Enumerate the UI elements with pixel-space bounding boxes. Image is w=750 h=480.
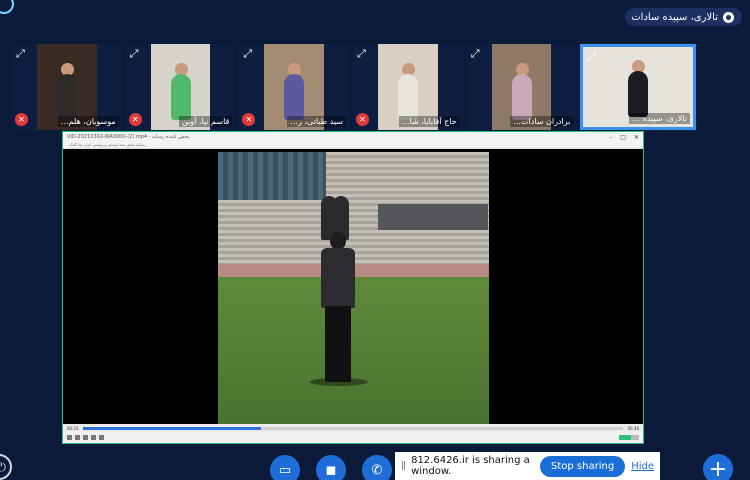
maximize-icon[interactable]: □	[620, 134, 626, 141]
participant-name: برادران سادات...	[510, 116, 574, 127]
stadium-tunnel	[378, 204, 488, 230]
expand-icon[interactable]: ⤢	[243, 47, 252, 61]
participant-name: قاسم نیا، آوین	[178, 116, 233, 127]
athlete-body	[321, 248, 355, 308]
person	[170, 74, 191, 120]
corner-badge	[0, 0, 14, 14]
participant-name: موسویان، هلم...	[57, 116, 119, 127]
participant-name: تالاری، سپیده ...	[629, 113, 691, 124]
sharing-text: 812.6426.ir is sharing a window.	[411, 455, 530, 477]
volume-slider[interactable]	[619, 435, 639, 440]
muted-mic-icon: ✕	[356, 113, 370, 126]
muted-mic-icon: ✕	[15, 113, 28, 126]
seek-track[interactable]	[82, 426, 624, 430]
participant-tile[interactable]: ⤢ ✕ حاج آقابابا، شا...	[353, 44, 463, 130]
fullscreen-icon[interactable]	[99, 435, 104, 440]
person	[628, 71, 649, 117]
seek-bar[interactable]: 00:23 00:38	[63, 424, 643, 432]
screen-icon: ▭	[278, 462, 292, 478]
expand-icon[interactable]: ⤢	[357, 47, 366, 61]
minimize-icon[interactable]: –	[609, 134, 612, 141]
participant-tile[interactable]: ⤢ برادران سادات...	[466, 44, 577, 130]
time-total: 00:38	[627, 425, 639, 431]
call-button[interactable]: ✆	[362, 455, 392, 480]
muted-mic-icon: ✕	[242, 113, 256, 126]
participant-name: سید طباتی، ر...	[287, 116, 347, 127]
presenter-chip: تالاری، سپیده سادات	[625, 8, 742, 26]
seek-progress	[82, 426, 262, 430]
time-elapsed: 00:23	[67, 425, 79, 431]
presenter-icon	[723, 11, 734, 23]
participant-strip: ⤢ ✕ موسویان، هلم... ⤢ ✕ قاسم نیا، آوین ⤢…	[12, 44, 697, 130]
add-icon[interactable]: +	[703, 454, 733, 480]
player-menubar[interactable]: رسانه پخش صدا ویدئو زیرنویس ابزار نما کم…	[63, 142, 643, 149]
participant-tile-self[interactable]: ⤢ تالاری، سپیده ...	[580, 44, 697, 130]
camera-icon: ◼	[325, 462, 337, 478]
stop-icon[interactable]	[83, 435, 88, 440]
sharing-notification: || 812.6426.ir is sharing a window. Stop…	[395, 452, 660, 480]
person	[511, 74, 532, 120]
next-icon[interactable]	[91, 435, 96, 440]
muted-mic-icon: ✕	[128, 113, 142, 126]
share-screen-button[interactable]: ▭	[270, 455, 300, 480]
phone-icon: ✆	[371, 462, 383, 478]
person	[56, 74, 77, 120]
player-title: VID-20210302-WA0000-(2).mp4 - پخش کننده …	[67, 134, 190, 140]
shared-window: VID-20210302-WA0000-(2).mp4 - پخش کننده …	[62, 131, 644, 444]
player-controls	[63, 432, 643, 443]
expand-icon[interactable]: ⤢	[587, 50, 596, 64]
leave-icon[interactable]: ⏻	[0, 454, 12, 480]
athlete-legs	[325, 306, 351, 382]
plus-icon: +	[708, 456, 728, 480]
pause-icon[interactable]	[67, 435, 72, 440]
drag-handle-icon[interactable]: ||	[401, 461, 406, 471]
video-frame	[218, 152, 489, 425]
close-icon[interactable]: ✕	[634, 134, 639, 141]
participant-name: حاج آقابابا، شا...	[398, 116, 460, 127]
hide-link[interactable]: Hide	[631, 461, 654, 472]
prev-icon[interactable]	[75, 435, 80, 440]
participant-tile[interactable]: ⤢ ✕ سید طباتی، ر...	[239, 44, 350, 130]
stop-sharing-button[interactable]: Stop sharing	[540, 455, 626, 477]
player-titlebar: VID-20210302-WA0000-(2).mp4 - پخش کننده …	[63, 132, 643, 142]
person	[284, 74, 305, 120]
person	[397, 74, 418, 120]
expand-icon[interactable]: ⤢	[471, 47, 480, 61]
camera-button[interactable]: ◼	[316, 455, 346, 480]
participant-tile[interactable]: ⤢ ✕ قاسم نیا، آوین	[125, 44, 236, 130]
presenter-name: تالاری، سپیده سادات	[631, 11, 718, 23]
participant-tile[interactable]: ⤢ ✕ موسویان، هلم...	[12, 44, 122, 130]
stadium-seats	[218, 152, 326, 200]
expand-icon[interactable]: ⤢	[130, 47, 139, 61]
expand-icon[interactable]: ⤢	[16, 47, 25, 61]
